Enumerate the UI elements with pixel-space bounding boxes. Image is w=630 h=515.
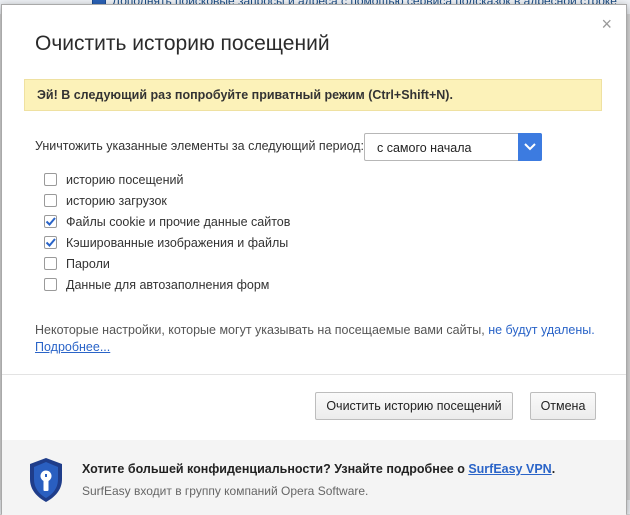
option-label: Пароли [66,257,110,271]
checkbox[interactable] [44,257,57,270]
divider [2,374,626,375]
vpn-promo-text: Хотите большей конфиденциальности? Узнай… [82,462,465,476]
option-autofill[interactable]: Данные для автозаполнения форм [44,275,344,296]
cancel-button[interactable]: Отмена [530,392,596,420]
vpn-subtext: SurfEasy входит в группу компаний Opera … [82,484,369,498]
vpn-promo-end: . [551,462,556,476]
period-label: Уничтожить указанные элементы за следующ… [35,139,365,153]
clear-history-button[interactable]: Очистить историю посещений [315,392,513,420]
checkmark-icon [45,238,56,247]
info-text-main: Некоторые настройки, которые могут указы… [35,323,485,337]
clear-history-dialog: × Очистить историю посещений Эй! В следу… [1,4,627,515]
checkmark-icon [45,217,56,226]
option-label: Данные для автозаполнения форм [66,278,270,292]
vpn-footer: Хотите большей конфиденциальности? Узнай… [2,440,626,515]
checkbox[interactable] [44,215,57,228]
vpn-promo: Хотите большей конфиденциальности? Узнай… [82,462,555,476]
option-passwords[interactable]: Пароли [44,254,344,275]
option-label: Кэшированные изображения и файлы [66,236,289,250]
not-deleted-link[interactable]: не будут удалены. [488,323,594,337]
option-cookies[interactable]: Файлы cookie и прочие данные сайтов [44,212,344,233]
more-link[interactable]: Подробнее... [35,340,110,354]
option-label: историю посещений [66,173,184,187]
checkbox[interactable] [44,194,57,207]
checkbox[interactable] [44,173,57,186]
option-downloads[interactable]: историю загрузок [44,191,344,212]
dropdown-button[interactable] [518,133,542,161]
surfeasy-vpn-link[interactable]: SurfEasy VPN [468,462,551,476]
option-cache[interactable]: Кэшированные изображения и файлы [44,233,344,254]
close-icon[interactable]: × [601,15,612,33]
checkbox[interactable] [44,278,57,291]
shield-lock-icon [30,458,62,502]
option-history[interactable]: историю посещений [44,170,344,191]
option-label: Файлы cookie и прочие данные сайтов [66,215,291,229]
info-text: Некоторые настройки, которые могут указы… [35,322,605,356]
period-selected-value: с самого начала [377,141,472,155]
checkbox[interactable] [44,236,57,249]
options-list: историю посещений историю загрузок Файлы… [44,170,344,296]
option-label: историю загрузок [66,194,167,208]
private-mode-notice: Эй! В следующий раз попробуйте приватный… [24,79,602,111]
period-select[interactable]: с самого начала [364,133,542,161]
chevron-down-icon [524,143,536,151]
dialog-title: Очистить историю посещений [35,32,330,55]
